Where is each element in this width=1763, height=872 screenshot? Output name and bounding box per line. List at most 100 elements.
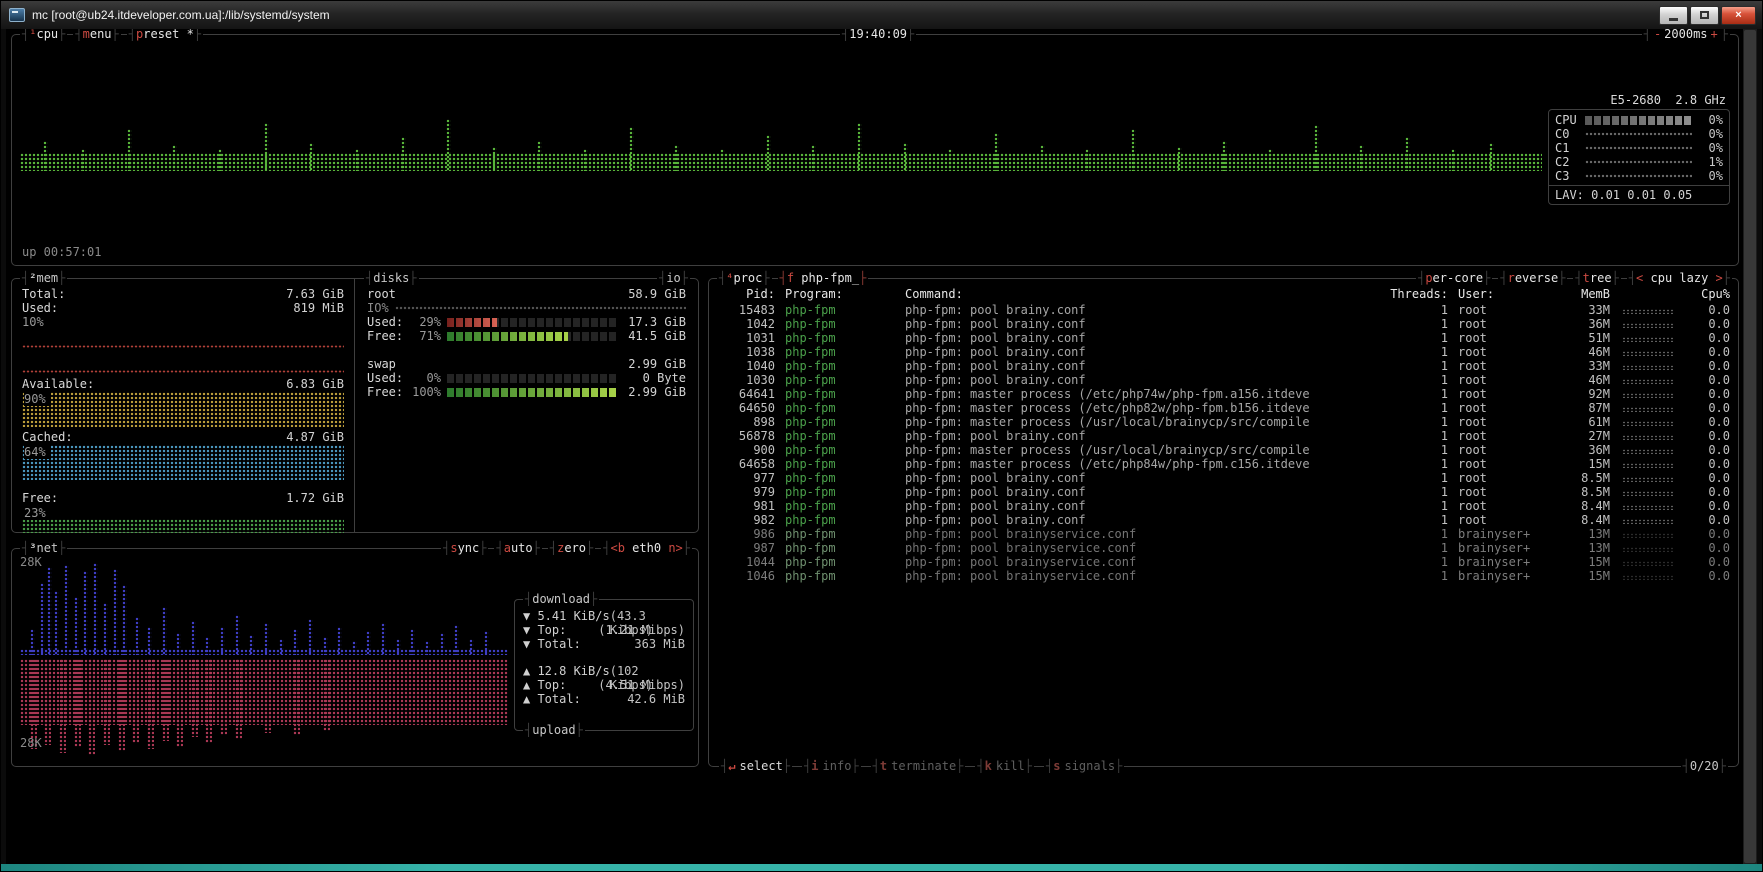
net-option-button[interactable]: zero bbox=[548, 541, 595, 556]
interval-value: 2000ms bbox=[1664, 29, 1707, 41]
cpu-box-title: ¹cpu bbox=[20, 29, 67, 42]
memory-box: ²mem disks io Total:7.63 GiB Used:819 Mi… bbox=[11, 278, 699, 533]
disk-name-row: swap2.99 GiB bbox=[367, 357, 686, 371]
window-bottom-border bbox=[1, 864, 1762, 871]
io-mode-button[interactable]: io bbox=[657, 271, 690, 286]
process-row[interactable]: 900 php-fpm php-fpm: master process (/us… bbox=[709, 443, 1738, 457]
process-row[interactable]: 986 php-fpm php-fpm: pool brainyservice.… bbox=[709, 527, 1738, 541]
process-action-button[interactable]: ssignals bbox=[1044, 759, 1124, 774]
window-titlebar[interactable]: mc [root@ub24.itdeveloper.com.ua]:/lib/s… bbox=[1, 1, 1762, 29]
process-row[interactable]: 64650 php-fpm php-fpm: master process (/… bbox=[709, 401, 1738, 415]
net-option-button[interactable]: auto bbox=[494, 541, 541, 556]
scrollbar-thumb[interactable] bbox=[1744, 30, 1756, 863]
mem-free-graph: 23% bbox=[22, 506, 344, 533]
terminal-scrollbar[interactable] bbox=[1743, 29, 1757, 864]
interval-decrease-button[interactable]: - bbox=[1651, 29, 1664, 41]
network-graph bbox=[20, 555, 508, 759]
process-row[interactable]: 64658 php-fpm php-fpm: master process (/… bbox=[709, 457, 1738, 471]
process-counter: 0/20 bbox=[1681, 759, 1728, 774]
process-row[interactable]: 56878 php-fpm php-fpm: pool brainy.conf … bbox=[709, 429, 1738, 443]
disk-used-row: Used: 29% 17.3 GiB bbox=[367, 315, 686, 329]
process-action-button[interactable]: iinfo bbox=[802, 759, 861, 774]
network-box: ³net sync auto zero <b eth0 n> 28K 28K bbox=[11, 548, 699, 767]
cpu-core-row: C3 0% bbox=[1549, 169, 1729, 183]
core-graph bbox=[1585, 174, 1692, 178]
process-mem-graph bbox=[1620, 485, 1676, 499]
net-stat-row: ▼ 5.41 KiB/s (43.3 Kibps) bbox=[523, 609, 685, 623]
process-row[interactable]: 1044 php-fpm php-fpm: pool brainyservice… bbox=[709, 555, 1738, 569]
maximize-button[interactable] bbox=[1690, 6, 1719, 25]
process-mem-graph bbox=[1620, 457, 1676, 471]
process-row[interactable]: 979 php-fpm php-fpm: pool brainy.conf 1 … bbox=[709, 485, 1738, 499]
net-option-button[interactable]: sync bbox=[441, 541, 488, 556]
process-row[interactable]: 977 php-fpm php-fpm: pool brainy.conf 1 … bbox=[709, 471, 1738, 485]
process-row[interactable]: 982 php-fpm php-fpm: pool brainy.conf 1 … bbox=[709, 513, 1738, 527]
preset-button[interactable]: preset * bbox=[127, 29, 203, 42]
process-mem-graph bbox=[1620, 331, 1676, 345]
disks-stats: root58.9 GiB IO% Used: 29% 17.3 GiB Free… bbox=[354, 279, 698, 532]
nic-selector[interactable]: <b eth0 n> bbox=[601, 541, 692, 556]
process-list: 15483 php-fpm php-fpm: pool brainy.conf … bbox=[709, 303, 1738, 583]
process-action-button[interactable]: tterminate bbox=[871, 759, 966, 774]
uptime: up 00:57:01 bbox=[22, 245, 101, 259]
process-row[interactable]: 987 php-fpm php-fpm: pool brainyservice.… bbox=[709, 541, 1738, 555]
process-action-button[interactable]: kkill bbox=[975, 759, 1034, 774]
terminal-screen: ¹cpu menu preset * 19:40:09 -2000ms+ bbox=[6, 29, 1743, 864]
download-stats: ▼ 5.41 KiB/s (43.3 Kibps) ▼ Top: (1.21 M… bbox=[523, 609, 685, 651]
cpu-model: E5-2680 2.8 GHz bbox=[1548, 93, 1730, 108]
process-mem-graph bbox=[1620, 569, 1676, 583]
net-speed-panel: download ▼ 5.41 KiB/s (43.3 Kibps) bbox=[514, 599, 694, 731]
disk-free-row: Free: 100% 2.99 GiB bbox=[367, 385, 686, 399]
process-row[interactable]: 1042 php-fpm php-fpm: pool brainy.conf 1… bbox=[709, 317, 1738, 331]
disk-used-row: Used: 0% 0 Byte bbox=[367, 371, 686, 385]
mem-used-pct: 10% bbox=[22, 315, 344, 329]
cpu-total-row: CPU 0% bbox=[1549, 113, 1729, 127]
process-action-button[interactable]: ↵select bbox=[719, 759, 792, 774]
process-filter-input[interactable]: f php-fpm_ bbox=[778, 271, 869, 286]
sort-next-icon[interactable]: > bbox=[1716, 271, 1723, 285]
download-label: download bbox=[523, 592, 599, 607]
process-row[interactable]: 898 php-fpm php-fpm: master process (/us… bbox=[709, 415, 1738, 429]
mem-cached-row: Cached:4.87 GiB bbox=[22, 430, 344, 444]
process-mem-graph bbox=[1620, 555, 1676, 569]
sort-selector[interactable]: < cpu lazy > bbox=[1627, 271, 1732, 286]
process-row[interactable]: 1046 php-fpm php-fpm: pool brainyservice… bbox=[709, 569, 1738, 583]
disk-name-row: root58.9 GiB bbox=[367, 287, 686, 301]
disk-used-meter bbox=[447, 318, 618, 327]
clock: 19:40:09 bbox=[840, 29, 916, 42]
process-mem-graph bbox=[1620, 317, 1676, 331]
process-row[interactable]: 1030 php-fpm php-fpm: pool brainy.conf 1… bbox=[709, 373, 1738, 387]
process-row[interactable]: 1040 php-fpm php-fpm: pool brainy.conf 1… bbox=[709, 359, 1738, 373]
update-interval-control: -2000ms+ bbox=[1642, 29, 1730, 42]
proc-option-button[interactable]: per-core bbox=[1416, 271, 1492, 286]
process-row[interactable]: 981 php-fpm php-fpm: pool brainy.conf 1 … bbox=[709, 499, 1738, 513]
cpu-core-row: C0 0% bbox=[1549, 127, 1729, 141]
process-row[interactable]: 15483 php-fpm php-fpm: pool brainy.conf … bbox=[709, 303, 1738, 317]
disk-io-graph bbox=[395, 306, 686, 310]
net-box-title: ³net bbox=[20, 541, 67, 556]
download-graph bbox=[20, 555, 508, 655]
process-actions: ↵select iinfo tterminate kkill ssignals bbox=[719, 759, 1124, 774]
minimize-button[interactable] bbox=[1659, 6, 1688, 25]
interval-increase-button[interactable]: + bbox=[1708, 29, 1721, 41]
proc-option-button[interactable]: tree bbox=[1573, 271, 1620, 286]
process-row[interactable]: 64641 php-fpm php-fpm: master process (/… bbox=[709, 387, 1738, 401]
disk-free-row: Free: 71% 41.5 GiB bbox=[367, 329, 686, 343]
close-button[interactable]: × bbox=[1721, 6, 1756, 25]
core-graph bbox=[1585, 146, 1692, 150]
process-row[interactable]: 1038 php-fpm php-fpm: pool brainy.conf 1… bbox=[709, 345, 1738, 359]
process-mem-graph bbox=[1620, 359, 1676, 373]
mem-total-row: Total:7.63 GiB bbox=[22, 287, 344, 301]
menu-button[interactable]: menu bbox=[73, 29, 120, 42]
proc-option-button[interactable]: reverse bbox=[1498, 271, 1567, 286]
load-average: LAV: 0.01 0.01 0.05 bbox=[1549, 185, 1729, 201]
process-row[interactable]: 1031 php-fpm php-fpm: pool brainy.conf 1… bbox=[709, 331, 1738, 345]
process-mem-graph bbox=[1620, 527, 1676, 541]
process-mem-graph bbox=[1620, 303, 1676, 317]
cpu-total-meter bbox=[1585, 116, 1692, 125]
interval-control: -2000ms+ bbox=[1642, 29, 1730, 42]
window-title: mc [root@ub24.itdeveloper.com.ua]:/lib/s… bbox=[32, 8, 1659, 22]
window-icon bbox=[9, 8, 25, 22]
net-stat-row: ▼ Total: 363 MiB bbox=[523, 637, 685, 651]
mem-used-graph bbox=[22, 330, 344, 374]
